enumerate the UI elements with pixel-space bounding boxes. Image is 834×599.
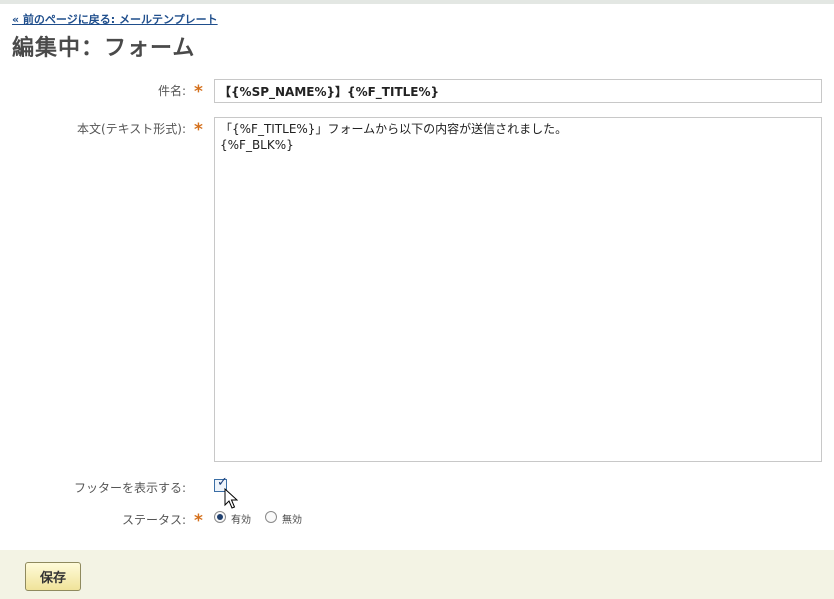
mouse-pointer-icon [224,488,238,509]
action-bar [0,550,834,599]
subject-input[interactable] [214,79,822,103]
body-textarea[interactable]: 「{%F_TITLE%}」フォームから以下の内容が送信されました。 {%F_BL… [214,117,822,462]
top-border [0,0,834,4]
subject-required-mark: * [194,82,203,102]
radio-selected-dot [217,514,223,520]
status-radio-disabled[interactable] [265,511,277,523]
status-label: ステータス: [121,513,186,527]
subject-label: 件名: [157,84,186,98]
status-required-mark: * [194,511,203,531]
body-required-mark: * [194,120,203,140]
footer-toggle-label: フッターを表示する: [73,481,186,495]
status-option-enabled-label[interactable]: 有効 [231,511,251,526]
status-option-disabled-label[interactable]: 無効 [282,511,302,526]
status-radio-enabled[interactable] [214,511,226,523]
body-label: 本文(テキスト形式): [76,122,186,136]
back-link[interactable]: « 前のページに戻る: メールテンプレート [12,11,218,27]
page-title: 編集中：フォーム [12,36,196,61]
save-button[interactable]: 保存 [25,562,81,591]
